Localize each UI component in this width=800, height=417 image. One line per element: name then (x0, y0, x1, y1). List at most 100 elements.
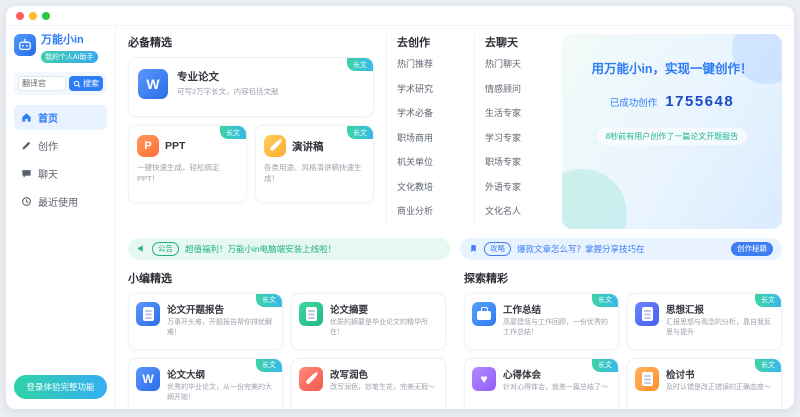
clock-icon (21, 196, 32, 207)
promo-stats: 已成功创作 1755648 (572, 93, 772, 110)
promo-headline: 用万能小in，实现一键创作！ (572, 58, 772, 77)
column-go-chat: 去聊天 热门聊天 情感顾问 生活专家 学习专家 职场专家 外语专家 文化名人 (474, 34, 550, 229)
sidebar-item-recent[interactable]: 最近使用 (14, 189, 107, 214)
card-speech-draft[interactable]: 长文 演讲稿 各类用途、风格演讲稿快速生成！ (255, 125, 374, 203)
main-content: 必备精选 长文 W 专业论文 可写2万字长文，内容包括文献 长文 (116, 26, 794, 409)
chat-category-item[interactable]: 学习专家 (485, 131, 550, 144)
long-text-badge: 长文 (755, 294, 781, 307)
card-rewrite-polish[interactable]: 改写润色 改写润色，妙笔生花，完美无瑕～ (291, 358, 446, 410)
window-minimize-button[interactable] (29, 12, 37, 20)
card-desc: 优秀的毕业论文，从一份完美的大纲开始！ (167, 383, 275, 403)
card-self-review-letter[interactable]: 长文 检讨书 及时认错是改正错误的正确态度～ (627, 358, 782, 410)
word-doc-icon: W (136, 367, 160, 391)
card-professional-paper[interactable]: 长文 W 专业论文 可写2万字长文，内容包括文献 (128, 57, 374, 117)
robot-face-icon (17, 37, 33, 53)
notice-announcement[interactable]: 公告 超值福利！万能小in电脑端安装上线啦！ (128, 238, 450, 260)
create-category-item[interactable]: 商业分析 (397, 204, 462, 217)
long-text-badge: 长文 (347, 58, 373, 71)
notice-text: 超值福利！万能小in电脑端安装上线啦！ (185, 243, 336, 255)
promo-ticker: 8秒前有用户创作了一篇论文开题报告 (597, 128, 747, 145)
app-tagline-badge: 我的个人AI助手 (41, 51, 98, 63)
document-icon (635, 302, 659, 326)
essentials-small-cards: 长文 P PPT 一键快速生成，轻松搞定PPT！ 长文 (128, 125, 374, 203)
bottom-row: 小编精选 长文 论文开题报告 万事开头难，开题报告帮你排忧解难！ (128, 270, 782, 410)
card-desc: 及时认错是改正错误的正确态度～ (666, 383, 771, 393)
window-zoom-button[interactable] (42, 12, 50, 20)
notice-tag[interactable]: 创作秘籍 (731, 242, 773, 256)
heart-icon: ♥ (472, 367, 496, 391)
sidebar-item-create[interactable]: 创作 (14, 133, 107, 158)
create-category-item[interactable]: 职场商用 (397, 131, 462, 144)
long-text-badge: 长文 (592, 359, 618, 372)
promo-panel: 用万能小in，实现一键创作！ 已成功创作 1755648 8秒前有用户创作了一篇… (562, 34, 782, 229)
create-category-item[interactable]: 机关单位 (397, 155, 462, 168)
home-icon (21, 112, 32, 123)
section-title-explore: 探索精彩 (464, 270, 782, 286)
card-title: 演讲稿 (292, 139, 324, 154)
card-insight-reflection[interactable]: 长文 ♥ 心得体会 针对心得体会，就差一篇总结了～ (464, 358, 619, 410)
card-desc: 高屋建瓴与工作回顾，一份优秀的工作总结！ (503, 318, 611, 338)
search-input[interactable] (18, 76, 66, 91)
document-icon (136, 302, 160, 326)
card-desc: 改写润色，妙笔生花，完美无瑕～ (330, 383, 435, 393)
long-text-badge: 长文 (347, 126, 373, 139)
chat-category-item[interactable]: 职场专家 (485, 155, 550, 168)
create-category-item[interactable]: 文化教培 (397, 180, 462, 193)
pencil-icon (21, 140, 32, 151)
card-work-summary[interactable]: 长文 工作总结 高屋建瓴与工作回顾，一份优秀的工作总结！ (464, 293, 619, 350)
sidebar-item-home[interactable]: 首页 (14, 105, 107, 130)
notice-guide[interactable]: 攻略 爆款文章怎么写？掌握分享技巧在 创作秘籍 (460, 238, 782, 260)
pen-icon (299, 367, 323, 391)
long-text-badge: 长文 (592, 294, 618, 307)
card-thought-report[interactable]: 长文 思想汇报 汇报思想与观念的分析，靠自我反思与提升 (627, 293, 782, 350)
card-title: PPT (165, 140, 185, 152)
chat-category-item[interactable]: 热门聊天 (485, 57, 550, 70)
card-title: 专业论文 (177, 69, 279, 84)
sidebar: 万能小in 我的个人AI助手 搜索 (6, 26, 116, 409)
chat-category-item[interactable]: 外语专家 (485, 180, 550, 193)
desktop-background: 万能小in 我的个人AI助手 搜索 (0, 0, 800, 417)
card-thesis-proposal[interactable]: 长文 论文开题报告 万事开头难，开题报告帮你排忧解难！ (128, 293, 283, 350)
card-desc: 万事开头难，开题报告帮你排忧解难！ (167, 318, 275, 338)
pencil-tile-icon (264, 135, 286, 157)
sidebar-item-label: 首页 (38, 110, 58, 125)
chat-category-item[interactable]: 情感顾问 (485, 82, 550, 95)
create-category-item[interactable]: 学术研究 (397, 82, 462, 95)
ppt-icon: P (137, 135, 159, 157)
login-button[interactable]: 登录体验完整功能 (14, 375, 107, 399)
chat-category-item[interactable]: 文化名人 (485, 204, 550, 217)
card-desc: 针对心得体会，就差一篇总结了～ (503, 383, 608, 393)
search-icon (73, 80, 81, 88)
create-column-title: 去创作 (397, 34, 462, 50)
chat-category-item[interactable]: 生活专家 (485, 106, 550, 119)
sidebar-item-label: 聊天 (38, 166, 58, 181)
long-text-badge: 长文 (220, 126, 246, 139)
card-title: 论文摘要 (330, 302, 438, 316)
card-title: 心得体会 (503, 367, 608, 381)
chat-bubble-icon (21, 168, 32, 179)
section-editor-picks: 小编精选 长文 论文开题报告 万事开头难，开题报告帮你排忧解难！ (128, 270, 446, 410)
sidebar-item-label: 最近使用 (38, 194, 78, 209)
chat-column-title: 去聊天 (485, 34, 550, 50)
window-titlebar (6, 6, 794, 26)
notice-badge: 攻略 (484, 242, 511, 256)
app-logo[interactable]: 万能小in 我的个人AI助手 (14, 34, 107, 64)
app-body: 万能小in 我的个人AI助手 搜索 (6, 26, 794, 409)
search-button-label: 搜索 (83, 78, 99, 89)
sidebar-nav: 首页 创作 聊天 (14, 105, 107, 214)
search-button[interactable]: 搜索 (69, 76, 103, 91)
create-category-item[interactable]: 热门推荐 (397, 57, 462, 70)
card-ppt[interactable]: 长文 P PPT 一键快速生成，轻松搞定PPT！ (128, 125, 247, 203)
app-logo-icon (14, 34, 36, 56)
card-paper-abstract[interactable]: 论文摘要 优质的摘要是毕业论文的精华所在！ (291, 293, 446, 350)
card-desc: 一键快速生成，轻松搞定PPT！ (137, 163, 238, 184)
card-paper-outline[interactable]: 长文 W 论文大纲 优秀的毕业论文，从一份完美的大纲开始！ (128, 358, 283, 410)
top-row: 必备精选 长文 W 专业论文 可写2万字长文，内容包括文献 长文 (128, 34, 782, 229)
section-explore: 探索精彩 长文 工作总结 高屋建瓴与工作回顾，一份优秀的工作总结！ 长文 (464, 270, 782, 410)
card-desc: 汇报思想与观念的分析，靠自我反思与提升 (666, 318, 774, 338)
create-category-item[interactable]: 学术必备 (397, 106, 462, 119)
window-close-button[interactable] (16, 12, 24, 20)
card-desc: 优质的摘要是毕业论文的精华所在！ (330, 318, 438, 338)
sidebar-item-chat[interactable]: 聊天 (14, 161, 107, 186)
notice-row: 公告 超值福利！万能小in电脑端安装上线啦！ 攻略 爆款文章怎么写？掌握分享技巧… (128, 238, 782, 260)
